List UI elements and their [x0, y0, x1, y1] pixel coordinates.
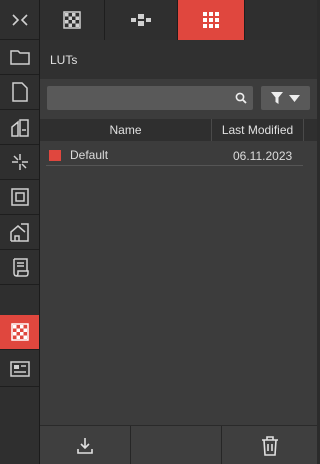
grid-icon	[202, 11, 220, 29]
filter-dropdown[interactable]	[261, 86, 310, 110]
id-card-icon	[9, 361, 30, 377]
script-icon	[10, 257, 30, 277]
rail-document-button[interactable]	[0, 75, 39, 110]
building-icon	[9, 222, 30, 242]
chevron-down-icon	[289, 94, 300, 102]
rail-frame-button[interactable]	[0, 180, 39, 215]
luts-panel: LUTs Name Last Modified Default 06.11.20…	[40, 40, 317, 464]
download-icon	[76, 437, 94, 455]
table-row[interactable]: Default 06.11.2023	[46, 144, 303, 166]
light-icon	[10, 152, 30, 172]
collapse-chevrons-icon	[11, 13, 29, 26]
folder-icon	[9, 49, 30, 65]
row-name: Default	[70, 148, 109, 162]
panel-title: LUTs	[40, 40, 317, 79]
search-icon[interactable]	[235, 92, 247, 104]
rail-plan-button[interactable]	[0, 110, 39, 145]
frame-icon	[10, 188, 29, 206]
tab-checker[interactable]	[40, 0, 105, 40]
row-date: 06.11.2023	[233, 149, 293, 163]
search-box	[47, 86, 253, 110]
rail-id-button[interactable]	[0, 352, 39, 387]
nodes-icon	[130, 13, 152, 27]
delete-button[interactable]	[222, 426, 317, 464]
collapse-button[interactable]	[0, 0, 39, 40]
tab-nodes[interactable]	[105, 0, 178, 40]
filter-icon	[271, 92, 283, 104]
trash-icon	[261, 435, 279, 456]
column-header-name[interactable]: Name	[40, 119, 212, 141]
table-header: Name Last Modified	[40, 119, 317, 141]
rail-lut-button[interactable]	[0, 315, 39, 350]
checker-icon	[10, 323, 29, 341]
left-toolbar	[0, 0, 40, 464]
plan-icon	[10, 117, 30, 137]
checker-icon	[63, 11, 81, 29]
tab-grid[interactable]	[178, 0, 245, 40]
search-input[interactable]	[47, 86, 227, 110]
rail-folder-button[interactable]	[0, 40, 39, 75]
rail-building-button[interactable]	[0, 215, 39, 250]
column-header-last-modified[interactable]: Last Modified	[212, 119, 304, 141]
import-button[interactable]	[40, 426, 130, 464]
rail-light-button[interactable]	[0, 145, 39, 180]
footer-toolbar	[40, 425, 317, 464]
document-icon	[11, 82, 28, 102]
blank-button[interactable]	[131, 426, 221, 464]
top-tab-bar	[40, 0, 317, 40]
rail-script-button[interactable]	[0, 250, 39, 285]
color-swatch	[49, 150, 61, 161]
